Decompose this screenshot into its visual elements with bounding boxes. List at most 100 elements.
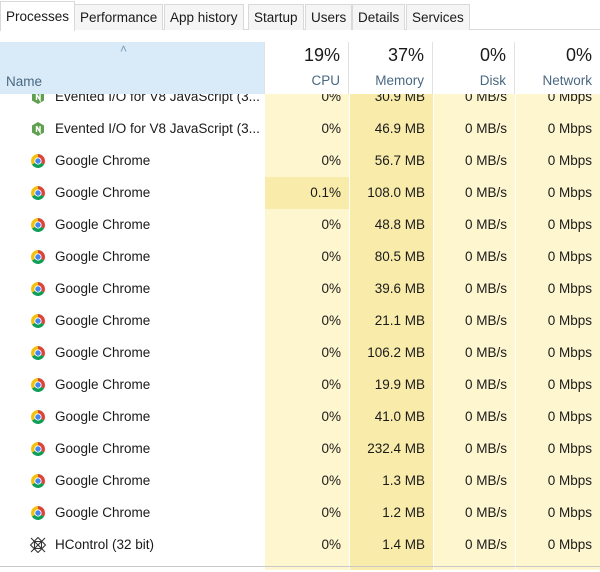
tab-performance[interactable]: Performance <box>74 4 164 30</box>
tab-bar: Processes Performance App history Startu… <box>0 0 600 31</box>
disk-value: 0 MB/s <box>464 217 507 232</box>
network-value: 0 Mbps <box>547 473 592 488</box>
memory-value: 232.4 MB <box>367 441 425 456</box>
column-header-name-label: Name <box>6 74 43 89</box>
memory-value: 108.0 MB <box>367 185 425 200</box>
bottom-divider <box>0 566 600 567</box>
process-row[interactable]: Google Chrome 0% 48.8 MB 0 MB/s 0 Mbps <box>0 209 600 241</box>
column-header-cpu-label: CPU <box>311 73 340 88</box>
memory-value: 1.3 MB <box>382 473 425 488</box>
disk-value: 0 MB/s <box>464 153 507 168</box>
disk-total-percent: 0% <box>479 45 506 65</box>
process-row[interactable]: Google Chrome 0% 106.2 MB 0 MB/s 0 Mbps <box>0 337 600 369</box>
cpu-value: 0% <box>321 94 341 104</box>
disk-value: 0 MB/s <box>464 185 507 200</box>
cpu-value: 0% <box>321 409 341 424</box>
process-name: Google Chrome <box>55 153 151 168</box>
memory-value: 48.8 MB <box>374 217 425 232</box>
memory-value: 19.9 MB <box>374 377 425 392</box>
process-row[interactable]: Google Chrome 0% 19.9 MB 0 MB/s 0 Mbps <box>0 369 600 401</box>
cpu-value: 0.1% <box>265 177 349 209</box>
cpu-total-percent: 19% <box>303 45 340 65</box>
network-value: 0 Mbps <box>547 441 592 456</box>
chrome-icon <box>30 185 46 201</box>
disk-value: 0 MB/s <box>464 505 507 520</box>
memory-value: 56.7 MB <box>374 153 425 168</box>
process-row[interactable]: Google Chrome 0% 41.0 MB 0 MB/s 0 Mbps <box>0 401 600 433</box>
column-header-memory[interactable]: 37% Memory <box>349 42 433 94</box>
process-name: Google Chrome <box>55 473 151 488</box>
disk-value: 0 MB/s <box>464 281 507 296</box>
cpu-value: 0% <box>321 441 341 456</box>
network-total-percent: 0% <box>565 45 592 65</box>
process-row[interactable]: Google Chrome 0% 80.5 MB 0 MB/s 0 Mbps <box>0 241 600 273</box>
cpu-value: 0% <box>321 377 341 392</box>
network-value: 0 Mbps <box>547 345 592 360</box>
process-row[interactable]: Google Chrome 0% 232.4 MB 0 MB/s 0 Mbps <box>0 433 600 465</box>
process-name: Evented I/O for V8 JavaScript (3... <box>55 121 260 136</box>
chrome-icon <box>30 281 46 297</box>
network-value: 0 Mbps <box>547 185 592 200</box>
cpu-value: 0% <box>321 281 341 296</box>
column-header-disk-label: Disk <box>479 73 506 88</box>
network-value: 0 Mbps <box>547 249 592 264</box>
process-name: Google Chrome <box>55 441 151 456</box>
disk-value: 0 MB/s <box>464 537 507 552</box>
memory-value: 1.4 MB <box>382 537 425 552</box>
nodejs-icon <box>30 94 46 105</box>
chrome-icon <box>30 505 46 521</box>
process-row[interactable]: Google Chrome 0.1% 108.0 MB 0 MB/s 0 Mbps <box>0 177 600 209</box>
column-header-row: ˄ Name 19% CPU 37% Memory 0% Disk 0% Net… <box>0 42 600 94</box>
chrome-icon <box>30 153 46 169</box>
process-name: Google Chrome <box>55 409 151 424</box>
column-header-disk[interactable]: 0% Disk <box>433 42 515 94</box>
tab-app-history[interactable]: App history <box>164 4 244 30</box>
memory-value: 21.1 MB <box>374 313 425 328</box>
process-name: Google Chrome <box>55 313 151 328</box>
process-row[interactable]: Google Chrome 0% 21.1 MB 0 MB/s 0 Mbps <box>0 305 600 337</box>
tab-processes[interactable]: Processes <box>0 1 76 31</box>
memory-value: 41.0 MB <box>374 409 425 424</box>
process-name: Evented I/O for V8 JavaScript (3... <box>55 94 260 104</box>
disk-value: 0 MB/s <box>464 249 507 264</box>
disk-value: 0 MB/s <box>464 377 507 392</box>
cpu-value: 0% <box>321 121 341 136</box>
tab-services[interactable]: Services <box>406 4 470 30</box>
tab-startup[interactable]: Startup <box>248 4 304 30</box>
chrome-icon <box>30 345 46 361</box>
column-header-cpu[interactable]: 19% CPU <box>265 42 349 94</box>
network-value: 0 Mbps <box>547 377 592 392</box>
disk-value: 0 MB/s <box>464 409 507 424</box>
process-row[interactable]: HControl (32 bit) 0% 1.4 MB 0 MB/s 0 Mbps <box>0 529 600 561</box>
memory-value: 106.2 MB <box>367 345 425 360</box>
chrome-icon <box>30 441 46 457</box>
cpu-value: 0% <box>321 473 341 488</box>
memory-value: 46.9 MB <box>374 121 425 136</box>
process-row[interactable]: Evented I/O for V8 JavaScript (3... 0% 30.… <box>0 94 600 113</box>
process-row[interactable]: Google Chrome 0% 39.6 MB 0 MB/s 0 Mbps <box>0 273 600 305</box>
network-value: 0 Mbps <box>547 121 592 136</box>
process-name: Google Chrome <box>55 345 151 360</box>
cpu-value: 0% <box>321 249 341 264</box>
process-row[interactable]: Google Chrome 0% 56.7 MB 0 MB/s 0 Mbps <box>0 145 600 177</box>
memory-value: 30.9 MB <box>374 94 425 104</box>
column-header-name[interactable]: ˄ Name <box>0 42 265 94</box>
chrome-icon <box>30 313 46 329</box>
column-header-network[interactable]: 0% Network <box>515 42 600 94</box>
disk-value: 0 MB/s <box>464 473 507 488</box>
process-row[interactable]: Google Chrome 0% 1.2 MB 0 MB/s 0 Mbps <box>0 497 600 529</box>
chrome-icon <box>30 409 46 425</box>
tab-users[interactable]: Users <box>305 4 353 30</box>
process-name: Google Chrome <box>55 505 151 520</box>
process-name: Google Chrome <box>55 185 151 200</box>
network-value: 0 Mbps <box>547 217 592 232</box>
cpu-value: 0% <box>321 345 341 360</box>
memory-total-percent: 37% <box>387 45 424 65</box>
network-value: 0 Mbps <box>547 94 592 104</box>
process-name: HControl (32 bit) <box>55 537 155 552</box>
process-row[interactable]: Evented I/O for V8 JavaScript (3... 0% 46.… <box>0 113 600 145</box>
process-row[interactable]: Google Chrome 0% 1.3 MB 0 MB/s 0 Mbps <box>0 465 600 497</box>
tab-details[interactable]: Details <box>352 4 406 30</box>
network-value: 0 Mbps <box>547 537 592 552</box>
cpu-value: 0% <box>321 217 341 232</box>
